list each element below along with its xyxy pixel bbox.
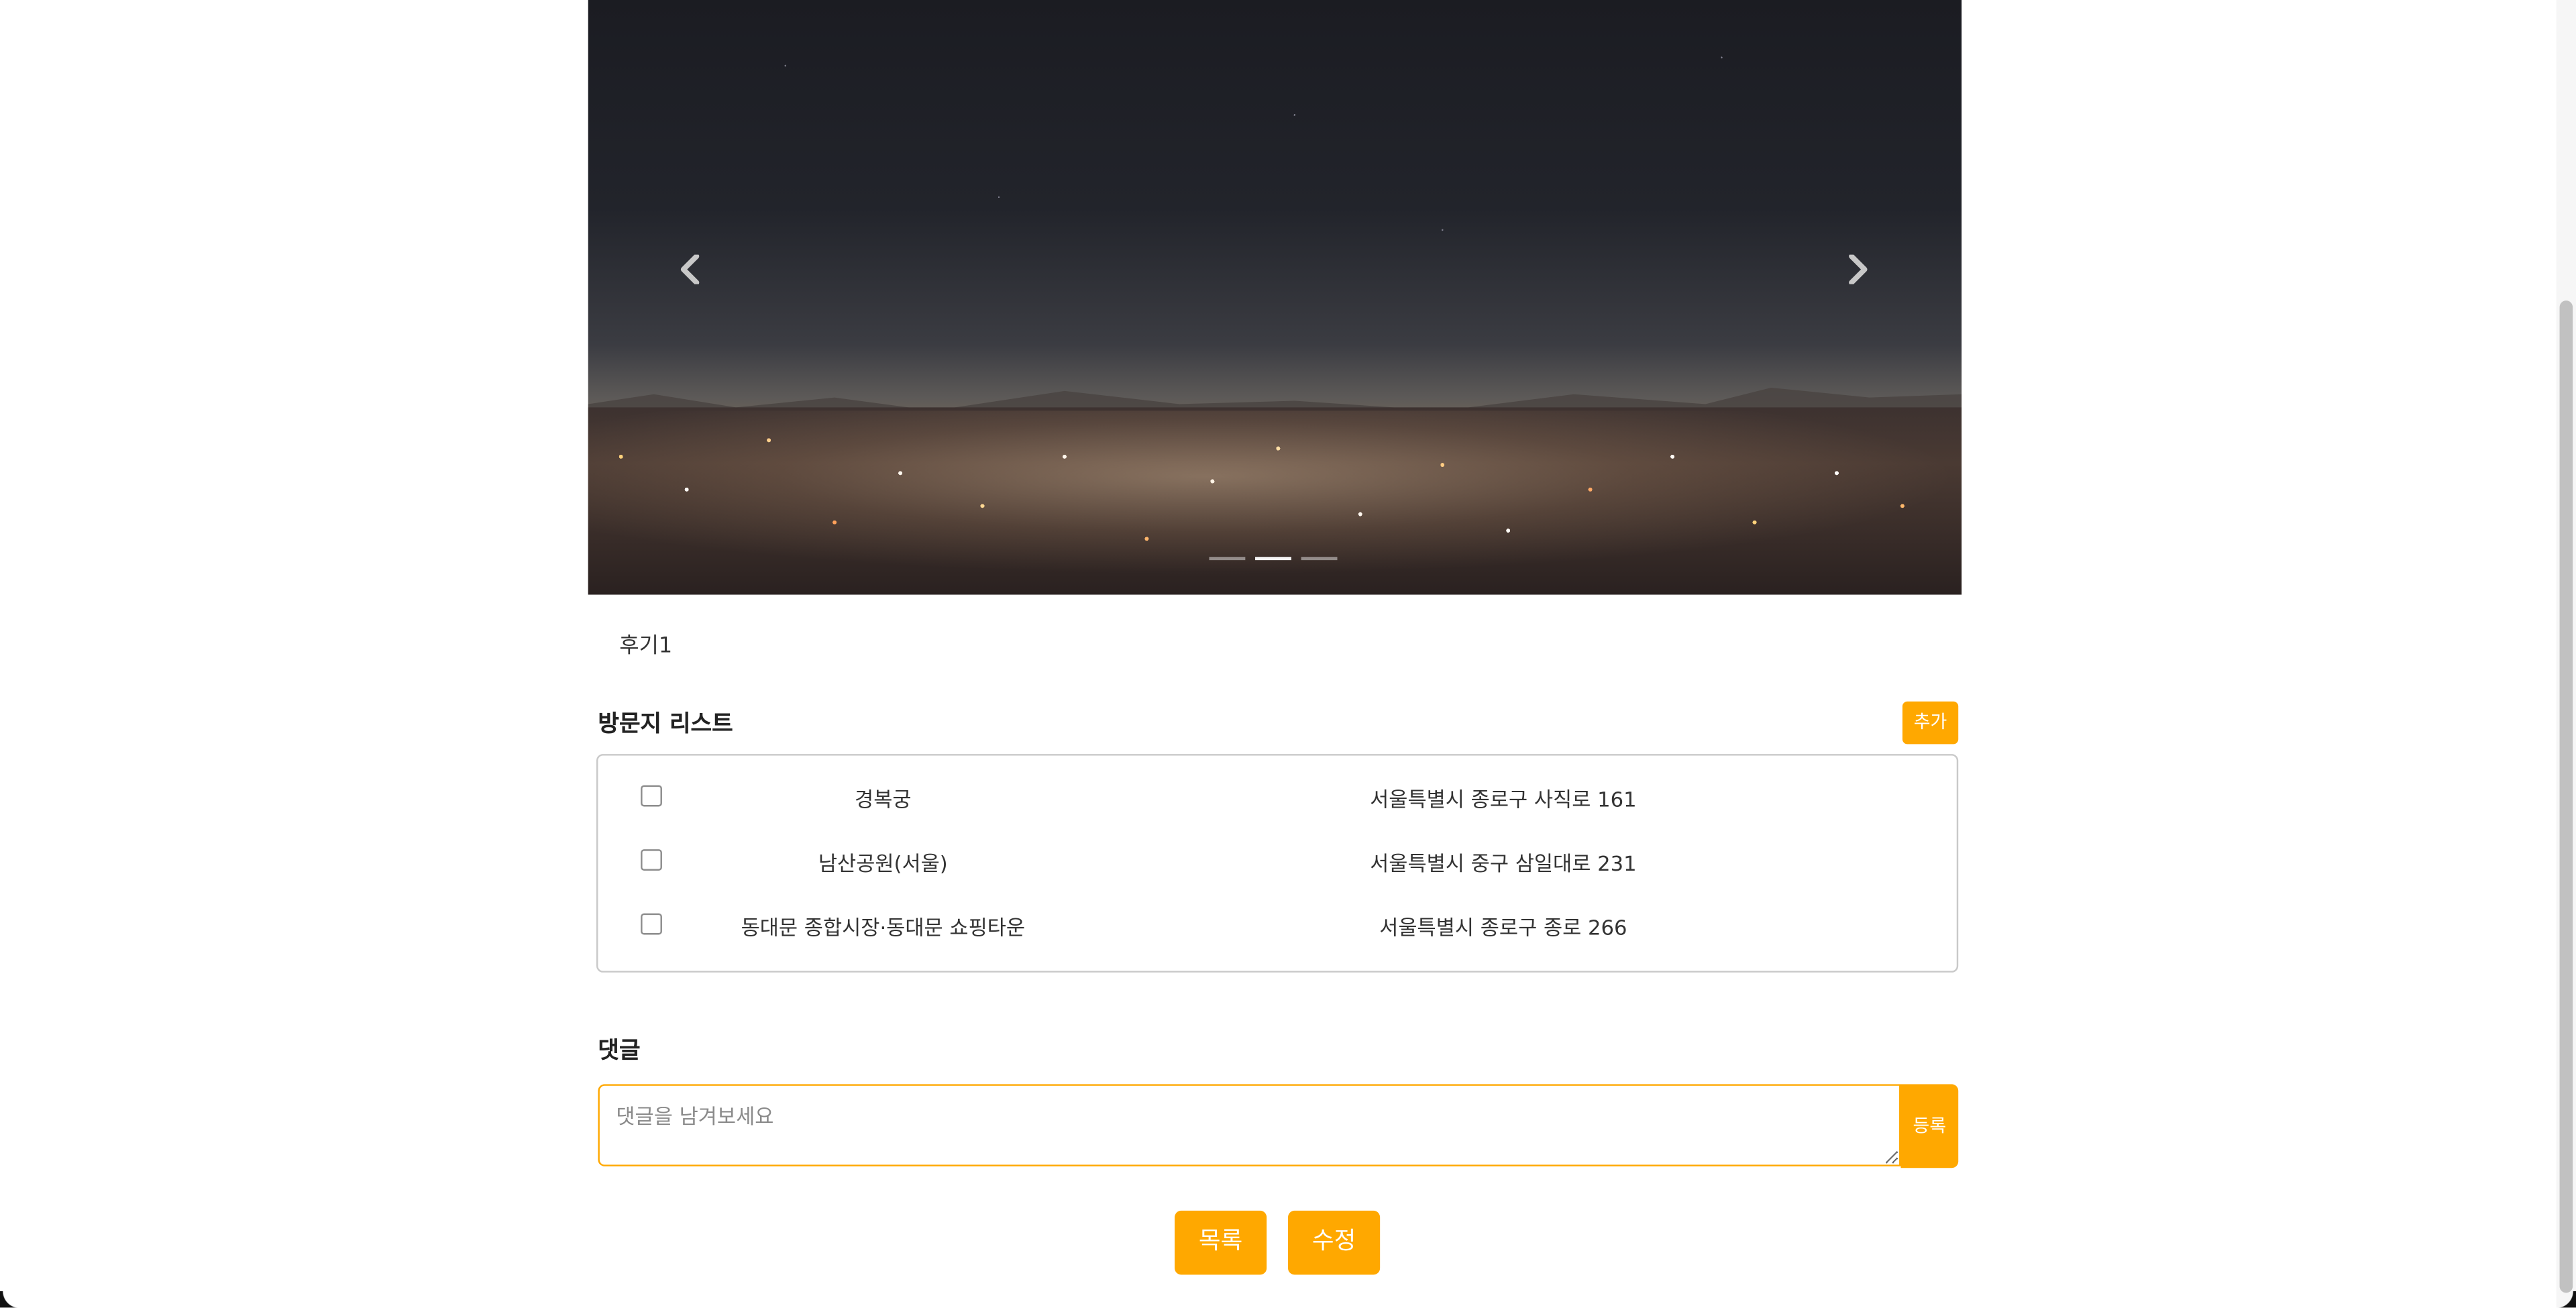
visit-list-item: 남산공원(서울) 서울특별시 중구 삼일대로 231	[598, 830, 1956, 894]
visit-list-item: 경복궁 서울특별시 종로구 사직로 161	[598, 765, 1956, 830]
post-title: 후기1	[619, 634, 673, 659]
window-corner	[0, 1291, 20, 1308]
visit-checkbox[interactable]	[641, 913, 662, 935]
visit-place-address: 서울특별시 중구 삼일대로 231	[1370, 851, 1637, 876]
add-visit-button[interactable]: 추가	[1902, 701, 1959, 745]
visit-place-name: 남산공원(서울)	[818, 851, 948, 876]
city-glow	[588, 411, 1962, 576]
chevron-left-icon	[680, 254, 700, 286]
edit-button[interactable]: 수정	[1288, 1210, 1381, 1275]
scrollbar-thumb[interactable]	[2559, 301, 2573, 1293]
carousel-indicator[interactable]	[1209, 557, 1246, 561]
visit-list: 경복궁 서울특별시 종로구 사직로 161 남산공원(서울) 서울특별시 중구 …	[596, 754, 1959, 973]
carousel-indicator-active[interactable]	[1255, 557, 1291, 561]
carousel-prev-button[interactable]	[674, 254, 706, 291]
comment-heading: 댓글	[598, 1038, 641, 1065]
visit-place-address: 서울특별시 종로구 사직로 161	[1370, 787, 1637, 812]
list-button[interactable]: 목록	[1175, 1210, 1267, 1275]
comment-submit-button[interactable]: 등록	[1900, 1084, 1959, 1168]
carousel-next-button[interactable]	[1841, 254, 1874, 291]
carousel-indicator[interactable]	[1301, 557, 1338, 561]
visit-list-heading: 방문지 리스트	[598, 711, 733, 738]
visit-checkbox[interactable]	[641, 849, 662, 871]
image-carousel	[588, 0, 1962, 595]
visit-place-name: 경복궁	[855, 787, 912, 812]
window-corner	[2556, 1291, 2576, 1308]
comment-input[interactable]	[598, 1084, 1901, 1166]
carousel-indicators	[1209, 555, 1338, 562]
visit-place-name: 동대문 종합시장·동대문 쇼핑타운	[741, 915, 1026, 940]
chevron-right-icon	[1849, 254, 1868, 286]
visit-place-address: 서울특별시 종로구 종로 266	[1379, 915, 1627, 940]
visit-checkbox[interactable]	[641, 785, 662, 807]
visit-list-item: 동대문 종합시장·동대문 쇼핑타운 서울특별시 종로구 종로 266	[598, 893, 1956, 958]
night-sky	[588, 0, 1962, 357]
page: 후기1 방문지 리스트 추가 경복궁 서울특별시 종로구 사직로 161 남산공…	[0, 0, 2576, 1308]
